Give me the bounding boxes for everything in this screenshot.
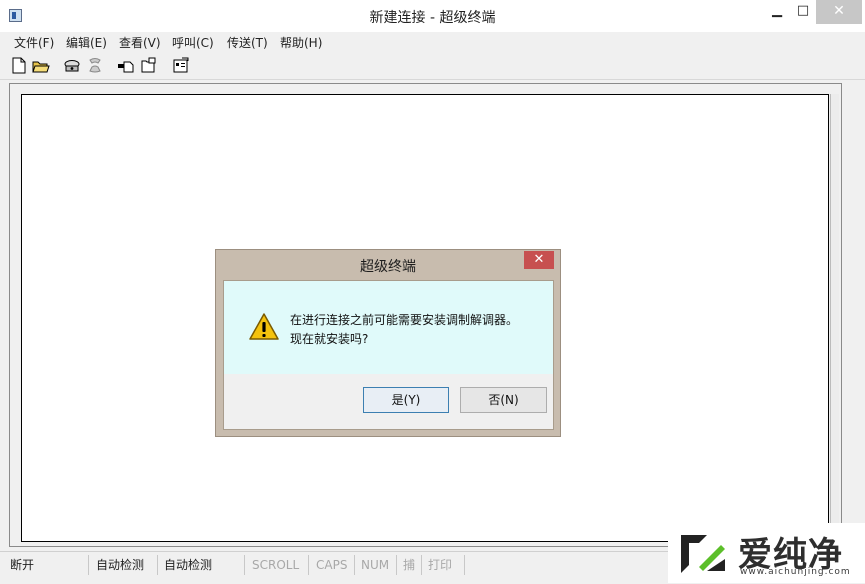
dialog-title: 超级终端 [360,259,416,275]
dialog-message-area: 在进行连接之前可能需要安装调制解调器。 现在就安装吗? [224,281,553,374]
close-button[interactable]: ✕ [816,0,862,24]
dialog-message-line2: 现在就安装吗? [290,332,369,346]
menu-file[interactable]: 文件(F) [14,34,54,51]
status-separator [464,555,465,575]
yes-button[interactable]: 是(Y) [363,387,449,413]
status-autodetect-1: 自动检测 [96,558,145,572]
watermark: 爱纯净 www.aichunjing.com [668,523,865,583]
new-document-icon[interactable] [10,57,28,74]
status-separator [421,555,422,575]
watermark-url: www.aichunjing.com [740,567,851,577]
open-folder-icon[interactable] [32,57,50,74]
status-scroll: SCROLL [252,558,300,572]
send-icon[interactable] [117,57,135,74]
dialog-body: 在进行连接之前可能需要安装调制解调器。 现在就安装吗? 是(Y) 否(N) [223,280,554,430]
menu-help[interactable]: 帮助(H) [280,34,322,51]
status-caps: CAPS [316,558,348,572]
status-print: 打印 [428,558,453,572]
menu-call[interactable]: 呼叫(C) [172,34,214,51]
disconnect-icon[interactable] [86,57,104,74]
menu-transfer[interactable]: 传送(T) [227,34,268,51]
status-connection: 断开 [10,558,35,572]
menu-bar: 文件(F) 编辑(E) 查看(V) 呼叫(C) 传送(T) 帮助(H) [0,32,865,52]
status-separator [308,555,309,575]
call-icon[interactable] [63,57,81,74]
menu-view[interactable]: 查看(V) [119,34,161,51]
modem-dialog: 超级终端 ✕ 在进行连接之前可能需要安装调制解调器。 现在就安装吗? 是(Y) … [215,249,561,437]
status-separator [396,555,397,575]
watermark-logo-icon [677,529,729,577]
receive-icon[interactable] [140,57,158,74]
status-capture: 捕 [403,558,416,572]
status-separator [244,555,245,575]
title-bar: 新建连接 - 超级终端 ▁ □ ✕ [0,0,865,32]
properties-icon[interactable] [172,57,190,74]
toolbar [0,53,865,80]
status-num: NUM [361,558,390,572]
vertical-scrollbar[interactable] [830,94,839,540]
dialog-close-button[interactable]: ✕ [524,251,554,269]
window-title: 新建连接 - 超级终端 [369,10,496,26]
status-autodetect-2: 自动检测 [164,558,213,572]
status-separator [88,555,89,575]
maximize-button[interactable]: □ [786,0,820,24]
status-separator [354,555,355,575]
warning-icon [248,312,280,342]
dialog-message-line1: 在进行连接之前可能需要安装调制解调器。 [290,313,519,327]
menu-edit[interactable]: 编辑(E) [66,34,107,51]
no-button[interactable]: 否(N) [460,387,547,413]
status-separator [157,555,158,575]
